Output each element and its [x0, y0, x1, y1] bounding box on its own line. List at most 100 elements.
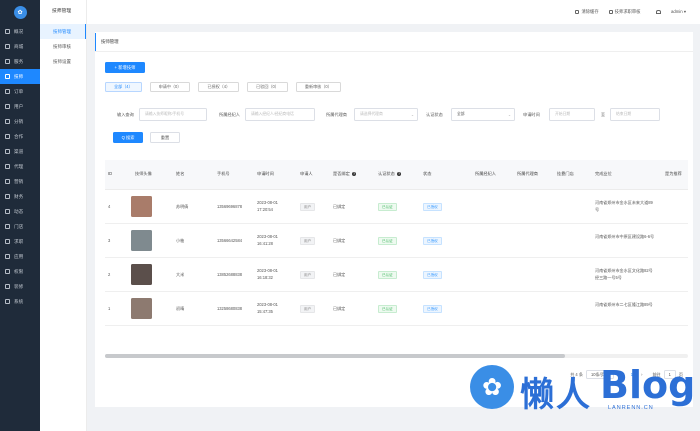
clear-cache-button[interactable]: 清除缓存 [575, 9, 599, 15]
breadcrumb: 技师管理 [95, 33, 693, 51]
date-end-input[interactable]: 结束日期 [610, 108, 660, 121]
sidebar-item-1[interactable]: 商城 [0, 39, 40, 54]
cell-name: 苏明倩 [176, 204, 189, 209]
sidebar-item-0[interactable]: 概况 [0, 24, 40, 39]
sidebar-item-9[interactable]: 代理 [0, 159, 40, 174]
menu-icon [5, 74, 10, 79]
sidebar-item-label: 合作 [14, 133, 24, 139]
sidebar-item-label: 财务 [14, 193, 24, 199]
sidebar-item-15[interactable]: 应用 [0, 249, 40, 264]
th-status: 状态 [423, 171, 432, 176]
th-applicant: 申请人 [300, 171, 313, 176]
sidebar-item-label: 门店 [14, 223, 24, 229]
horizontal-scrollbar[interactable] [105, 354, 688, 358]
sub-sidebar-title: 技师管理 [52, 9, 72, 14]
th-name: 姓名 [176, 171, 185, 176]
cell-phone: 13852688838 [217, 272, 243, 277]
sidebar-item-17[interactable]: 装修 [0, 279, 40, 294]
cell-applicant: 用户 [300, 237, 316, 245]
sidebar-item-label: 分销 [14, 118, 24, 124]
cell-cert: 已认证 [378, 203, 397, 211]
th-agent: 所属代理商 [517, 171, 538, 176]
sidebar-item-label: 用户 [14, 103, 24, 109]
sidebar-item-10[interactable]: 营销 [0, 174, 40, 189]
help-icon[interactable]: ? [351, 171, 357, 177]
cell-address: 河南省郑州市金水区文化路82号经三路一号5号 [595, 268, 653, 280]
tab-authorized[interactable]: 已授权（4） [198, 82, 240, 92]
table-row[interactable]: 2 大米 13852688838 2023-08-01 16:18:32 用户 已绑定 已认… [105, 258, 688, 292]
keyword-input[interactable]: 请输入技师昵称/手机号 [139, 108, 207, 121]
tab-rejected[interactable]: 已驳回（0） [247, 82, 288, 92]
cell-time: 2023-08-01 15:47:35 [257, 302, 278, 314]
sidebar-item-label: 求职 [14, 238, 24, 244]
sidebar-item-18[interactable]: 系统 [0, 294, 40, 309]
th-time: 申请时间 [257, 171, 274, 176]
agent-select[interactable]: 请选择代理商 ⌄ [354, 108, 418, 121]
sidebar-item-5[interactable]: 用户 [0, 99, 40, 114]
table-row[interactable]: 3 小柚 13566642584 2023-08-01 16:41:28 用户 已绑定 已认… [105, 224, 688, 258]
sidebar-item-label: 订单 [14, 88, 24, 94]
sidebar-item-label: 服务 [14, 58, 24, 64]
sidebar-item-13[interactable]: 门店 [0, 219, 40, 234]
cell-bound: 已绑定 [333, 204, 346, 209]
sidebar-item-8[interactable]: 渠道 [0, 144, 40, 159]
sidebar-item-14[interactable]: 求职 [0, 234, 40, 249]
menu-icon [5, 134, 10, 139]
sidebar-item-2[interactable]: 服务 [0, 54, 40, 69]
tab-reaudit[interactable]: 重新审核（0） [295, 82, 341, 92]
time-label: 申请时间 [523, 112, 540, 117]
th-avatar: 技师头像 [135, 171, 152, 176]
add-technician-button[interactable]: + 新增技师 [105, 62, 145, 73]
table-row[interactable]: 1 初晴 13258680838 2023-08-01 15:47:35 用户 已绑定 已认… [105, 292, 688, 326]
sidebar-item-3[interactable]: 技师 [0, 69, 40, 84]
sidebar-item-12[interactable]: 动态 [0, 204, 40, 219]
sidebar-item-16[interactable]: 权限 [0, 264, 40, 279]
date-start-input[interactable]: 开始日期 [549, 108, 595, 121]
divider [95, 51, 693, 52]
mediator-label: 所属经纪人 [219, 112, 240, 117]
sidebar-item-label: 代理 [14, 163, 24, 169]
sidebar-item-label: 商城 [14, 43, 24, 49]
status-select[interactable]: 全部 ⌄ [451, 108, 515, 121]
technician-avatar[interactable] [131, 230, 152, 251]
sub-item-technician-settings[interactable]: 技师设置 [40, 54, 86, 69]
cell-id: 1 [108, 306, 111, 311]
menu-icon [5, 104, 10, 109]
content-card: 技师管理 + 新增技师 全部（4） 申请中（0） 已授权（4） 已驳回（0） 重… [95, 32, 693, 407]
cell-id: 3 [108, 238, 111, 243]
th-store: 挂靠门店 [557, 171, 574, 176]
technician-avatar[interactable] [131, 196, 152, 217]
pending-audit-button[interactable]: 技师求职审核 [608, 9, 640, 15]
technician-avatar[interactable] [131, 264, 152, 285]
user-menu[interactable]: admin ▾ [671, 9, 686, 15]
sub-item-technician-management[interactable]: 技师管理 [40, 24, 86, 39]
bell-icon[interactable] [656, 9, 661, 15]
technician-avatar[interactable] [131, 298, 152, 319]
watermark-mark-icon: ✿ [470, 365, 514, 409]
cell-cert: 已认证 [378, 305, 397, 313]
menu-icon [5, 284, 10, 289]
sidebar-item-7[interactable]: 合作 [0, 129, 40, 144]
table-row[interactable]: 4 苏明倩 13569696878 2023-08-01 17:20:54 用户 已绑定 已… [105, 190, 688, 224]
document-icon [608, 10, 613, 14]
reset-button[interactable]: 重置 [150, 132, 180, 143]
cell-name: 初晴 [176, 306, 185, 311]
broom-icon [575, 10, 580, 14]
mediator-input[interactable]: 请输入经纪人/经纪商电话 [245, 108, 315, 121]
sidebar-item-6[interactable]: 分销 [0, 114, 40, 129]
sub-item-technician-audit[interactable]: 技师审核 [40, 39, 86, 54]
search-button[interactable]: Q 搜索 [113, 132, 143, 143]
menu-icon [5, 44, 10, 49]
cell-bound: 已绑定 [333, 272, 346, 277]
menu-icon [5, 194, 10, 199]
scrollbar-thumb[interactable] [105, 354, 565, 358]
cell-name: 小柚 [176, 238, 185, 243]
tab-applying[interactable]: 申请中（0） [149, 82, 191, 92]
help-icon[interactable]: ? [396, 171, 402, 177]
sidebar-item-11[interactable]: 财务 [0, 189, 40, 204]
logo[interactable]: ✿ [0, 0, 40, 24]
main-sidebar: ✿ 概况商城服务技师订单用户分销合作渠道代理营销财务动态门店求职应用 权限 装修 系统 [0, 0, 40, 431]
sidebar-item-4[interactable]: 订单 [0, 84, 40, 99]
watermark-url: LANRENN.CN [608, 405, 654, 411]
tab-all[interactable]: 全部（4） [105, 82, 142, 92]
